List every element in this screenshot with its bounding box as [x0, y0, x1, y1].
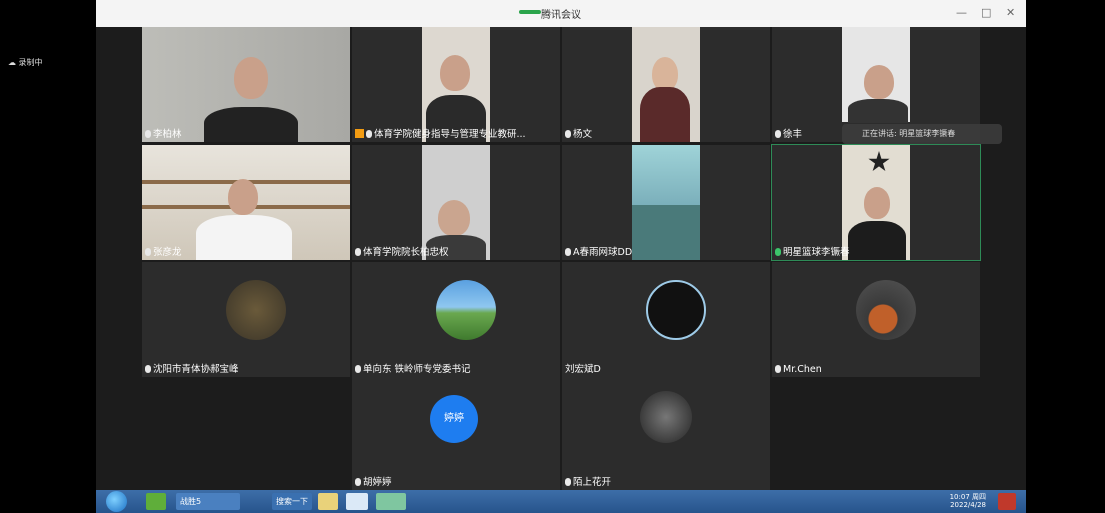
- app-icon[interactable]: [346, 493, 368, 510]
- mic-icon: [565, 248, 571, 256]
- person-body: [204, 107, 298, 142]
- participant-name: 张彦龙: [145, 244, 182, 258]
- participant-name: A春雨网球DD: [565, 244, 632, 258]
- mic-icon: [355, 248, 361, 256]
- notification-icon[interactable]: [998, 493, 1016, 510]
- mic-icon: [775, 365, 781, 373]
- mic-icon: [145, 130, 151, 138]
- participant-tile[interactable]: Mr.Chen: [772, 262, 980, 377]
- avatar: [436, 280, 496, 340]
- person-head: [652, 57, 678, 91]
- mic-icon: [145, 248, 151, 256]
- title-bar: 腾讯会议 — □ ✕: [96, 0, 1026, 27]
- participant-name: 体育学院院长柏忠权: [355, 244, 449, 258]
- person-head: [438, 200, 470, 236]
- participant-name: 李柏林: [145, 126, 182, 140]
- recording-status: ☁ 录制中: [8, 58, 43, 67]
- participant-tile[interactable]: A春雨网球DD: [562, 145, 770, 260]
- participant-name: 徐丰: [775, 126, 802, 140]
- avatar: 婷婷: [430, 395, 478, 443]
- participant-tile[interactable]: 沈阳市青体协郝宝峰: [142, 262, 350, 377]
- person-body: [848, 221, 906, 260]
- participant-tile[interactable]: 明星篮球李镢春: [771, 144, 981, 261]
- start-button[interactable]: [106, 491, 127, 512]
- participant-name: 单向东 铁岭师专党委书记: [355, 361, 471, 375]
- mic-icon: [366, 130, 372, 138]
- taskbar-browser[interactable]: 战胜5: [176, 493, 240, 510]
- participant-name: 胡婷婷: [355, 474, 392, 488]
- participant-tile[interactable]: 体育学院健身指导与管理专业教研...: [352, 27, 560, 142]
- maximize-button[interactable]: □: [981, 6, 991, 19]
- person-body: [196, 215, 292, 260]
- court: [632, 205, 700, 260]
- participant-tile[interactable]: 婷婷 胡婷婷: [352, 377, 560, 490]
- recording-label: 录制中: [18, 58, 43, 67]
- mic-icon: [145, 365, 151, 373]
- share-icon: [355, 129, 364, 138]
- participant-name: 刘宏斌D: [565, 364, 601, 375]
- taskbar-search[interactable]: 搜索一下: [272, 493, 312, 510]
- person-head: [234, 57, 268, 99]
- mic-icon: [775, 130, 781, 138]
- speaking-indicator: 正在讲话: 明星篮球李镢春: [842, 124, 1002, 144]
- participant-tile[interactable]: 杨文: [562, 27, 770, 142]
- meeting-app-icon[interactable]: [376, 493, 406, 510]
- participant-tile[interactable]: 单向东 铁岭师专党委书记: [352, 262, 560, 377]
- taskbar: 战胜5 搜索一下 10:07 周四 2022/4/28: [96, 490, 1026, 513]
- app-logo-icon: [519, 10, 541, 14]
- person-body: [848, 99, 908, 123]
- system-clock[interactable]: 10:07 周四 2022/4/28: [950, 493, 986, 509]
- mic-icon: [565, 130, 571, 138]
- avatar: [646, 280, 706, 340]
- minimize-button[interactable]: —: [956, 6, 967, 19]
- participant-name: Mr.Chen: [775, 364, 822, 375]
- avatar: [640, 391, 692, 443]
- participant-name: 陌上花开: [565, 474, 611, 488]
- window-title: 腾讯会议: [541, 10, 581, 21]
- participant-name: 明星篮球李镢春: [775, 244, 850, 258]
- mic-active-icon: [775, 248, 781, 256]
- app-icon[interactable]: [146, 493, 166, 510]
- participant-tile[interactable]: 陌上花开: [562, 377, 770, 490]
- participant-name: 杨文: [565, 126, 592, 140]
- folder-icon[interactable]: [318, 493, 338, 510]
- participant-name: 沈阳市青体协郝宝峰: [145, 361, 239, 375]
- participant-tile[interactable]: 体育学院院长柏忠权: [352, 145, 560, 260]
- participant-tile[interactable]: 刘宏斌D: [562, 262, 770, 377]
- avatar: [226, 280, 286, 340]
- person-head: [864, 187, 890, 219]
- person-head: [864, 65, 894, 99]
- close-button[interactable]: ✕: [1006, 6, 1015, 19]
- participant-tile[interactable]: 李柏林: [142, 27, 350, 142]
- mic-icon: [355, 365, 361, 373]
- person-head: [440, 55, 470, 91]
- participant-name: 体育学院健身指导与管理专业教研...: [355, 126, 526, 140]
- person-body: [640, 87, 690, 142]
- mic-icon: [565, 478, 571, 486]
- avatar: [856, 280, 916, 340]
- person-head: [228, 179, 258, 215]
- participant-tile[interactable]: 张彦龙: [142, 145, 350, 260]
- mic-icon: [355, 478, 361, 486]
